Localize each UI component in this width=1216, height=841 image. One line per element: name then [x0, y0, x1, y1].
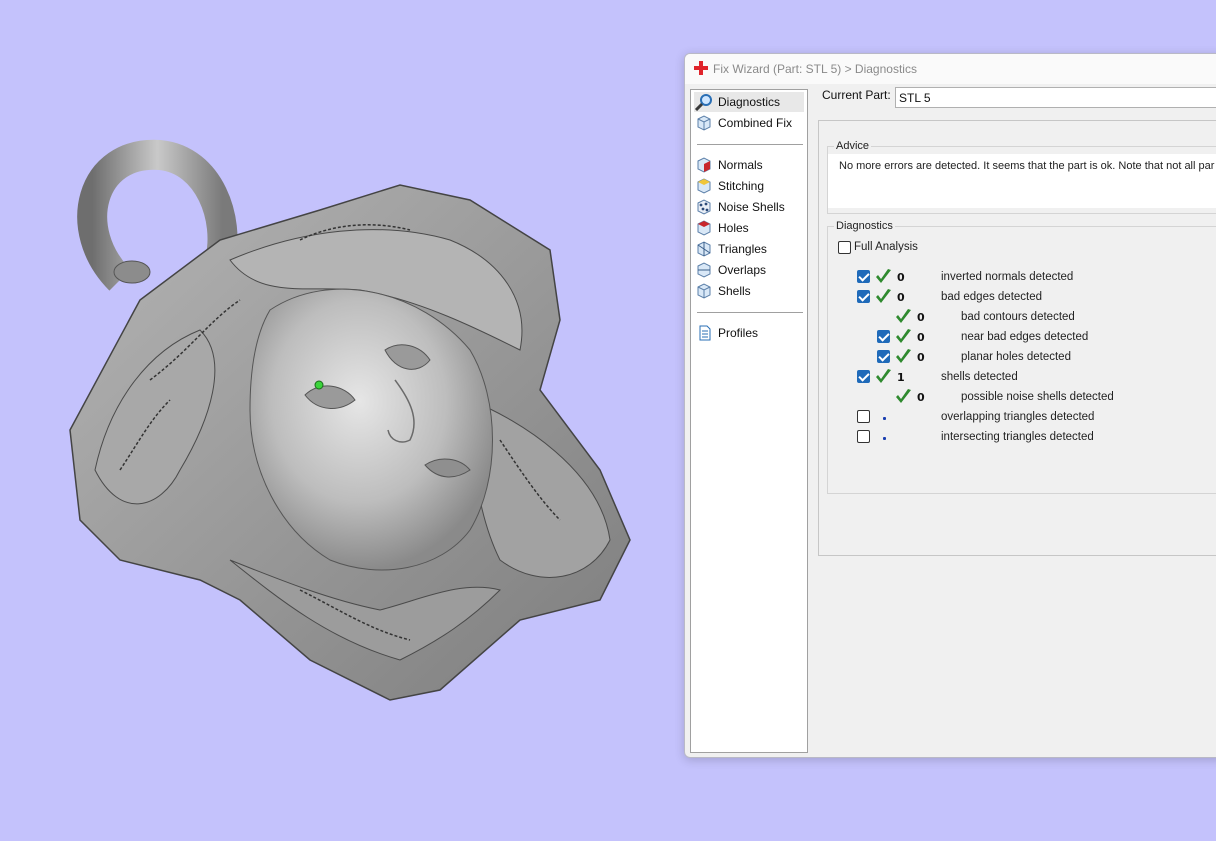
nav-item-combined-fix[interactable]: Combined Fix [694, 113, 804, 133]
nav-item-overlaps[interactable]: Overlaps [694, 260, 804, 280]
diagnostic-label: near bad edges detected [961, 331, 1089, 343]
full-analysis-option[interactable]: Full Analysis [838, 240, 1198, 260]
holes-cube-icon [697, 220, 711, 236]
nav-label: Combined Fix [718, 116, 793, 130]
ok-check-icon [896, 329, 911, 343]
diagnostic-row: intersecting triangles detected [857, 428, 1216, 448]
window-title: Fix Wizard (Part: STL 5) > Diagnostics [713, 62, 917, 76]
medusa-pendant-model[interactable] [0, 0, 680, 836]
nav-label: Shells [718, 284, 751, 298]
title-bar[interactable]: Fix Wizard (Part: STL 5) > Diagnostics [685, 54, 1216, 84]
diagnostic-count: 0 [917, 391, 925, 404]
full-analysis-checkbox[interactable] [838, 241, 851, 254]
diagnostic-row: 1 shells detected [857, 368, 1216, 388]
document-icon [699, 325, 711, 341]
nav-item-diagnostics[interactable]: Diagnostics [694, 92, 804, 112]
diagnostic-label: bad contours detected [961, 311, 1075, 323]
diagnostic-checkbox[interactable] [857, 270, 870, 283]
ok-check-icon [896, 309, 911, 323]
nav-label: Diagnostics [718, 95, 781, 109]
ok-check-icon [876, 269, 891, 283]
red-cross-icon [694, 61, 708, 75]
pick-point-marker [314, 380, 324, 390]
diagnostic-label: possible noise shells detected [961, 391, 1114, 403]
nav-label: Normals [718, 158, 763, 172]
diagnostic-label: overlapping triangles detected [941, 411, 1095, 423]
fix-steps-list[interactable]: Diagnostics Combined Fix Normals Stitchi… [690, 89, 808, 753]
nav-label: Profiles [718, 326, 759, 340]
full-analysis-label: Full Analysis [854, 241, 918, 253]
ok-check-icon [876, 289, 891, 303]
nav-label: Stitching [718, 179, 765, 193]
diagnostic-checkbox[interactable] [857, 370, 870, 383]
diagnostic-count: 0 [897, 271, 905, 284]
diagnostic-label: shells detected [941, 371, 1018, 383]
nav-label: Triangles [718, 242, 767, 256]
advice-text: No more errors are detected. It seems th… [839, 160, 1215, 172]
ok-check-icon [896, 389, 911, 403]
pending-dot-icon [883, 417, 886, 420]
diagnostic-checkbox[interactable] [857, 430, 870, 443]
pending-dot-icon [883, 437, 886, 440]
nav-item-stitching[interactable]: Stitching [694, 176, 804, 196]
triangles-cube-icon [697, 241, 711, 257]
magnifier-icon [694, 94, 712, 111]
nav-label: Holes [718, 221, 749, 235]
nav-item-triangles[interactable]: Triangles [694, 239, 804, 259]
nav-label: Noise Shells [718, 200, 785, 214]
ok-check-icon [896, 349, 911, 363]
diagnostic-count: 1 [897, 371, 905, 384]
nav-item-noise-shells[interactable]: Noise Shells [694, 197, 804, 217]
diagnostic-row: overlapping triangles detected [857, 408, 1216, 428]
current-part-field[interactable]: STL 5 [895, 87, 1216, 108]
shells-cube-icon [697, 283, 711, 299]
diagnostic-row: 0 bad edges detected [857, 288, 1216, 308]
nav-item-shells[interactable]: Shells [694, 281, 804, 301]
nav-item-normals[interactable]: Normals [694, 155, 804, 175]
3d-viewport[interactable] [0, 0, 680, 836]
nav-item-profiles[interactable]: Profiles [694, 323, 804, 343]
nav-label: Overlaps [718, 263, 767, 277]
diagnostic-count: 0 [917, 351, 925, 364]
stitching-cube-icon [697, 178, 711, 194]
nav-divider [697, 144, 803, 145]
diagnostic-row: 0 planar holes detected [857, 348, 1216, 368]
diagnostic-label: bad edges detected [941, 291, 1043, 303]
diagnostic-checkbox[interactable] [857, 290, 870, 303]
nav-item-holes[interactable]: Holes [694, 218, 804, 238]
overlaps-cube-icon [697, 262, 711, 278]
diagnostic-row: 0 near bad edges detected [857, 328, 1216, 348]
noise-shells-icon [697, 199, 711, 215]
diagnostic-row: 0 inverted normals detected [857, 268, 1216, 288]
diagnostic-checkbox[interactable] [877, 350, 890, 363]
nav-divider [697, 312, 803, 313]
ok-check-icon [876, 369, 891, 383]
diagnostics-group-title: Diagnostics [834, 220, 895, 232]
diagnostic-label: inverted normals detected [941, 271, 1074, 283]
diagnostic-checkbox[interactable] [877, 330, 890, 343]
diagnostic-row: 0 possible noise shells detected [857, 388, 1216, 408]
current-part-label: Current Part: [822, 88, 891, 102]
diagnostic-checkbox[interactable] [857, 410, 870, 423]
diagnostic-row: 0 bad contours detected [857, 308, 1216, 328]
normals-cube-icon [697, 157, 711, 173]
diagnostic-label: planar holes detected [961, 351, 1071, 363]
diagnostic-count: 0 [897, 291, 905, 304]
diagnostic-label: intersecting triangles detected [941, 431, 1094, 443]
diagnostic-count: 0 [917, 311, 925, 324]
advice-group-title: Advice [834, 140, 872, 152]
cube-icon [697, 115, 711, 131]
diagnostic-count: 0 [917, 331, 925, 344]
fix-wizard-window: Fix Wizard (Part: STL 5) > Diagnostics D… [684, 53, 1216, 758]
